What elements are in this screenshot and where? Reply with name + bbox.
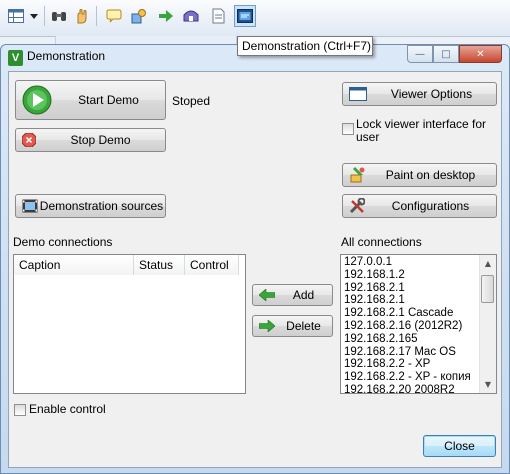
start-demo-label: Start Demo bbox=[78, 93, 139, 107]
forward-arrow-icon[interactable] bbox=[156, 6, 176, 26]
enable-control-label: Enable control bbox=[29, 402, 106, 416]
start-demo-button[interactable]: Start Demo bbox=[15, 80, 166, 120]
connection-item[interactable]: 192.168.2.17 Mac OS bbox=[341, 346, 481, 359]
hand-icon[interactable] bbox=[72, 6, 92, 26]
delete-label: Delete bbox=[286, 319, 321, 333]
key-tool-icon[interactable] bbox=[129, 6, 149, 26]
connection-item[interactable]: 192.168.2.2 - XP bbox=[341, 358, 481, 371]
monitor-icon[interactable] bbox=[181, 6, 201, 26]
lock-viewer-label-line2: user bbox=[356, 130, 380, 144]
window-icon bbox=[349, 87, 367, 101]
column-caption[interactable]: Caption bbox=[14, 255, 134, 275]
stop-demo-label: Stop Demo bbox=[70, 133, 131, 147]
minimize-icon: — bbox=[415, 48, 425, 60]
configurations-label: Configurations bbox=[391, 199, 470, 213]
close-button-label: Close bbox=[444, 439, 475, 453]
lock-viewer-label: Lock viewer interface for user bbox=[356, 118, 486, 144]
paint-icon bbox=[349, 167, 365, 183]
lock-viewer-checkbox[interactable] bbox=[342, 123, 354, 135]
column-control[interactable]: Control bbox=[185, 255, 239, 275]
play-icon bbox=[22, 85, 52, 115]
demo-connections-heading: Demo connections bbox=[13, 235, 113, 249]
connection-item[interactable]: 192.168.2.1 bbox=[341, 294, 481, 307]
scroll-thumb[interactable] bbox=[481, 275, 494, 303]
demonstration-sources-button[interactable]: Demonstration sources bbox=[15, 194, 166, 218]
connection-item[interactable]: 192.168.2.165 bbox=[341, 333, 481, 346]
toolbar-separator bbox=[96, 6, 97, 26]
tools-icon bbox=[349, 198, 365, 214]
add-label: Add bbox=[292, 288, 315, 302]
film-icon bbox=[22, 199, 38, 213]
maximize-button[interactable]: □ bbox=[433, 45, 459, 63]
all-connections-items: 127.0.0.1 192.168.1.2 192.168.2.1 192.168.2… bbox=[341, 256, 481, 393]
scroll-down-icon[interactable]: ▼ bbox=[480, 376, 496, 393]
paint-on-desktop-button[interactable]: Paint on desktop bbox=[342, 163, 497, 187]
window-title: Demonstration bbox=[27, 49, 106, 63]
maximize-icon: □ bbox=[441, 48, 451, 60]
add-button[interactable]: Add bbox=[252, 284, 333, 306]
connection-item[interactable]: 192.168.2.16 (2012R2) bbox=[341, 320, 481, 333]
demonstration-dialog: V Demonstration — □ ✕ Start Demo Stoped … bbox=[0, 44, 510, 474]
all-connections-list[interactable]: 127.0.0.1 192.168.1.2 192.168.2.1 192.168.2… bbox=[340, 254, 497, 394]
chat-bubble-icon[interactable] bbox=[104, 6, 124, 26]
close-window-button[interactable]: ✕ bbox=[459, 45, 502, 63]
stop-demo-button[interactable]: Stop Demo bbox=[15, 128, 166, 152]
minimize-button[interactable]: — bbox=[407, 45, 433, 63]
all-connections-scrollbar[interactable]: ▲ ▼ bbox=[479, 255, 496, 393]
demo-connections-header: Caption Status Control bbox=[14, 255, 239, 275]
demo-connections-list[interactable]: Caption Status Control bbox=[13, 254, 246, 394]
column-status[interactable]: Status bbox=[134, 255, 185, 275]
paint-on-desktop-label: Paint on desktop bbox=[385, 168, 476, 182]
close-icon: ✕ bbox=[476, 48, 485, 60]
main-toolbar bbox=[0, 0, 510, 37]
grid-icon[interactable] bbox=[6, 6, 26, 26]
tooltip: Demonstration (Ctrl+F7) bbox=[237, 36, 373, 56]
dropdown-arrow-icon[interactable] bbox=[28, 6, 40, 26]
scroll-up-icon[interactable]: ▲ bbox=[480, 255, 496, 272]
connection-item[interactable]: 192.168.1.2 bbox=[341, 269, 481, 282]
arrow-left-icon bbox=[259, 289, 275, 301]
binoculars-icon[interactable] bbox=[49, 6, 69, 26]
close-button[interactable]: Close bbox=[423, 435, 496, 457]
demonstration-icon[interactable] bbox=[234, 5, 256, 27]
toolbar-separator bbox=[44, 6, 45, 26]
connection-item[interactable]: 192.168.2.2 - XP - копия bbox=[341, 371, 481, 384]
stop-icon bbox=[22, 133, 36, 147]
configurations-button[interactable]: Configurations bbox=[342, 194, 497, 218]
viewer-options-label: Viewer Options bbox=[390, 87, 473, 101]
arrow-right-icon bbox=[259, 320, 275, 332]
app-icon: V bbox=[8, 50, 23, 66]
document-icon[interactable] bbox=[208, 6, 228, 26]
dialog-client-area: Start Demo Stoped Stop Demo Demonstratio… bbox=[8, 71, 502, 468]
viewer-options-button[interactable]: Viewer Options bbox=[342, 82, 497, 106]
connection-item[interactable]: 192.168.2.20 2008R2 bbox=[341, 384, 481, 393]
enable-control-checkbox[interactable] bbox=[14, 404, 26, 416]
window-controls: — □ ✕ bbox=[407, 45, 502, 63]
delete-button[interactable]: Delete bbox=[252, 315, 333, 337]
connection-item[interactable]: 192.168.2.1 bbox=[341, 282, 481, 295]
demo-status-text: Stoped bbox=[172, 94, 211, 108]
demonstration-sources-label: Demonstration sources bbox=[39, 199, 164, 213]
connection-item[interactable]: 127.0.0.1 bbox=[341, 256, 481, 269]
all-connections-heading: All connections bbox=[341, 235, 422, 249]
connection-item[interactable]: 192.168.2.1 Cascade bbox=[341, 307, 481, 320]
